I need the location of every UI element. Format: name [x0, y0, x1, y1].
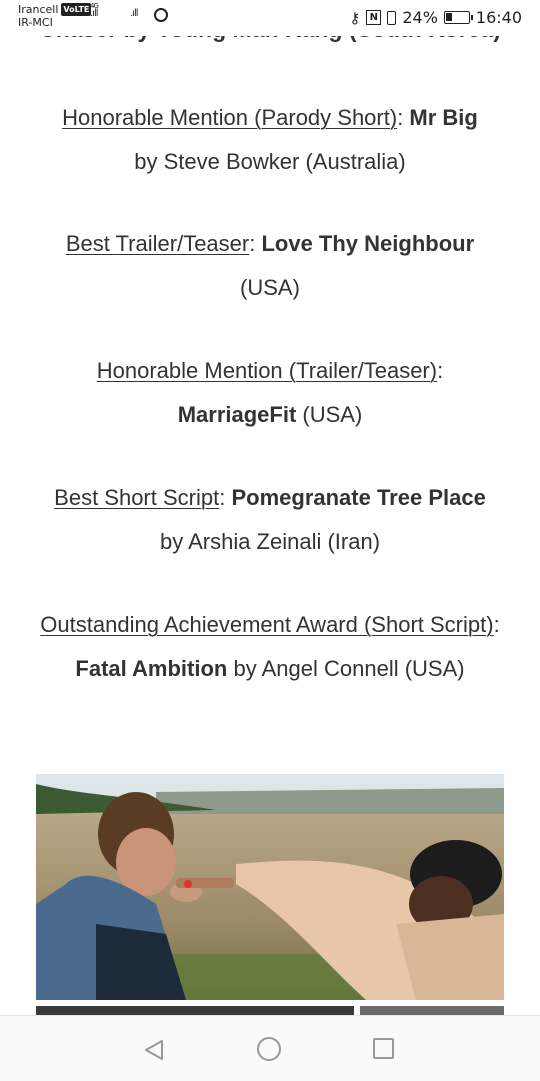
recents-icon[interactable] — [373, 1038, 394, 1059]
award-category[interactable]: Honorable Mention (Parody Short) — [62, 105, 397, 130]
award-details: (USA) — [296, 402, 363, 427]
clock: 16:40 — [475, 8, 522, 27]
key-icon: ⚷ — [349, 8, 361, 27]
battery-percent: 24% — [402, 8, 438, 27]
gallery-thumbnails — [36, 1006, 504, 1015]
award-title: MarriageFit — [177, 402, 297, 427]
award-title: Fatal Ambition — [75, 656, 228, 681]
volte-badge: VoLTE — [61, 3, 92, 16]
battery-icon — [443, 11, 473, 24]
carrier-name-secondary: IR-MCI — [18, 16, 53, 29]
thumbnail[interactable] — [360, 1006, 504, 1015]
award-details: by Arshia Zeinali (Iran) — [159, 529, 381, 554]
vibrate-icon — [387, 10, 397, 25]
signal-icon: 4G .ıll — [90, 2, 99, 19]
back-icon[interactable] — [142, 1038, 166, 1062]
award-details: by Steve Bowker (Australia) — [134, 149, 406, 174]
network-type: 4G — [90, 2, 99, 10]
film-still-image[interactable] — [36, 774, 504, 1000]
award-separator: : — [397, 105, 410, 130]
award-category[interactable]: Best Trailer/Teaser — [66, 231, 249, 256]
award-entry: Outstanding Achievement Award (Short Scr… — [30, 603, 510, 691]
award-category[interactable]: Best Short Script — [54, 485, 219, 510]
carrier-info: Irancell VoLTE IR-MCI — [18, 3, 92, 29]
status-bar: Irancell VoLTE IR-MCI 4G .ıll .ıll ⚷ N 24%… — [0, 0, 540, 36]
award-separator: : — [249, 231, 262, 256]
award-separator: : — [493, 612, 500, 637]
award-category[interactable]: Outstanding Achievement Award (Short Scr… — [40, 612, 493, 637]
award-separator: : — [219, 485, 232, 510]
signal-icon: .ıll — [130, 8, 138, 19]
article-content[interactable]: Chaser by Young Man Kang (South Korea) H… — [0, 0, 540, 1015]
award-separator: : — [437, 358, 444, 383]
nfc-icon: N — [366, 10, 382, 25]
thumbnail[interactable] — [36, 1006, 354, 1015]
navigation-bar — [0, 1015, 540, 1081]
award-entry: Best Trailer/Teaser: Love Thy Neighbour … — [30, 222, 510, 310]
award-details: (USA) — [240, 275, 300, 300]
award-entry: Honorable Mention (Trailer/Teaser): Marr… — [30, 349, 510, 437]
carrier-name: Irancell — [18, 3, 59, 16]
award-title: Pomegranate Tree Place — [231, 485, 486, 510]
award-entry: Honorable Mention (Parody Short): Mr Big… — [30, 96, 510, 184]
award-title: Love Thy Neighbour — [261, 231, 475, 256]
award-details: by Angel Connell (USA) — [227, 656, 465, 681]
award-entry: Best Short Script: Pomegranate Tree Plac… — [30, 476, 510, 564]
award-category[interactable]: Honorable Mention (Trailer/Teaser) — [97, 358, 437, 383]
award-title: Mr Big — [409, 105, 478, 130]
whatsapp-icon — [154, 8, 168, 22]
home-icon[interactable] — [257, 1037, 281, 1061]
status-icons: ⚷ N 24% 16:40 — [349, 8, 522, 27]
